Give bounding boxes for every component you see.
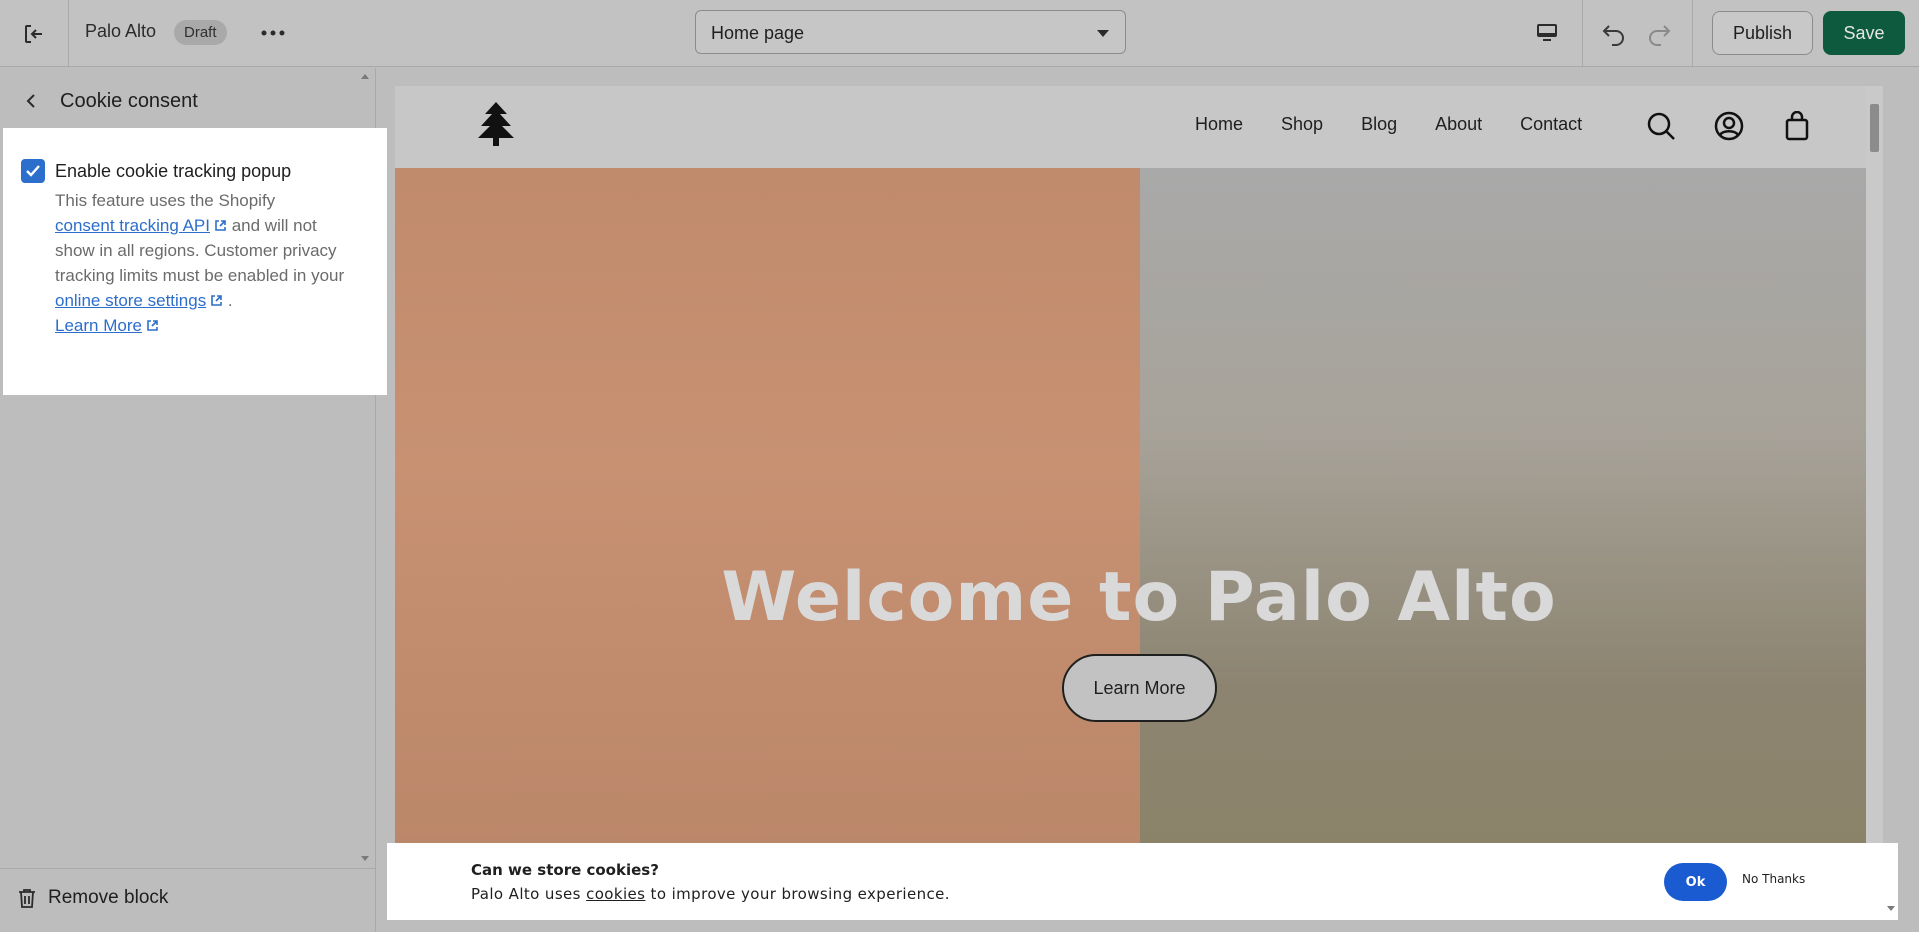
store-search-button[interactable] (1641, 106, 1681, 146)
hero-title: Welcome to Palo Alto (721, 558, 1557, 637)
divider (68, 0, 69, 67)
shopping-bag-icon (1785, 111, 1809, 141)
divider (1582, 0, 1583, 67)
external-link-icon (147, 320, 158, 331)
consent-tracking-api-link[interactable]: consent tracking API (55, 216, 227, 235)
cookie-no-thanks-button[interactable]: No Thanks (1742, 872, 1805, 886)
external-link-icon (211, 295, 223, 306)
panel-title: Cookie consent (60, 90, 198, 112)
store-nav: Home Shop Blog About Contact (1195, 114, 1582, 135)
cookie-text-part: to improve your browsing experience. (645, 885, 950, 903)
scroll-down-icon[interactable] (1887, 906, 1895, 911)
remove-block-label: Remove block (48, 887, 169, 908)
page-selector-value: Home page (711, 23, 805, 43)
storefront-preview: Home Shop Blog About Contact Welcome to … (395, 86, 1883, 912)
chevron-down-icon (1097, 30, 1109, 37)
store-name: Palo Alto (85, 21, 157, 41)
save-button[interactable]: Save (1823, 11, 1905, 55)
external-link-icon (215, 220, 226, 231)
redo-button[interactable] (1641, 15, 1677, 51)
help-text-part: This feature uses the Shopify (55, 191, 276, 210)
undo-icon (1602, 25, 1624, 46)
online-store-settings-link[interactable]: online store settings (55, 291, 223, 310)
remove-block-button[interactable]: Remove block (18, 887, 168, 909)
trash-icon (19, 889, 35, 908)
undo-button[interactable] (1596, 15, 1632, 51)
hero-learn-more-button[interactable]: Learn More (1062, 654, 1217, 722)
chevron-left-icon (26, 94, 35, 108)
cookie-text: Palo Alto uses cookies to improve your b… (471, 885, 950, 903)
cookies-link[interactable]: cookies (586, 885, 645, 903)
checkmark-icon (26, 165, 40, 177)
link-label: online store settings (55, 291, 207, 310)
publish-button[interactable]: Publish (1712, 11, 1813, 55)
help-text-part: . (223, 291, 233, 310)
store-cart-button[interactable] (1777, 106, 1817, 146)
cookie-text-part: Palo Alto uses (471, 885, 587, 903)
page-selector[interactable]: Home page (695, 10, 1126, 54)
exit-editor-button[interactable] (18, 18, 50, 50)
store-header: Home Shop Blog About Contact (395, 86, 1883, 168)
hero-image-right (1140, 168, 1883, 912)
nav-contact[interactable]: Contact (1520, 114, 1582, 135)
nav-home[interactable]: Home (1195, 114, 1243, 135)
link-label: Learn More (55, 316, 142, 335)
scrollbar-thumb[interactable] (1870, 104, 1879, 152)
nav-blog[interactable]: Blog (1361, 114, 1397, 135)
pine-tree-icon (478, 102, 514, 146)
nav-about[interactable]: About (1435, 114, 1482, 135)
ellipsis-icon (261, 30, 285, 36)
back-button[interactable] (18, 88, 44, 114)
scroll-down-icon[interactable] (361, 856, 369, 861)
scroll-up-icon[interactable] (361, 74, 369, 79)
nav-shop[interactable]: Shop (1281, 114, 1323, 135)
more-actions-button[interactable] (258, 18, 288, 48)
cookie-ok-button[interactable]: Ok (1664, 863, 1727, 901)
desktop-preview-button[interactable] (1529, 15, 1565, 51)
exit-icon (25, 25, 42, 43)
preview-scrollbar[interactable] (1866, 86, 1883, 912)
redo-icon (1649, 25, 1671, 46)
status-badge: Draft (174, 20, 227, 45)
help-text: This feature uses the Shopify consent tr… (55, 188, 355, 338)
user-icon (1714, 111, 1744, 141)
store-logo[interactable] (475, 100, 517, 153)
link-label: consent tracking API (55, 216, 210, 235)
banner-scrollbar[interactable] (1883, 843, 1898, 920)
checkbox-label[interactable]: Enable cookie tracking popup (55, 161, 291, 182)
monitor-icon (1537, 24, 1557, 41)
cookie-setting-card: Enable cookie tracking popup This featur… (3, 128, 387, 395)
editor-topbar: Palo Alto Draft Home page Publish Save (0, 0, 1919, 67)
cookie-title: Can we store cookies? (471, 861, 659, 879)
search-icon (1647, 112, 1675, 140)
store-account-button[interactable] (1709, 106, 1749, 146)
enable-cookie-popup-checkbox[interactable] (21, 159, 45, 183)
hero-banner: Welcome to Palo Alto Learn More (395, 168, 1883, 912)
learn-more-link[interactable]: Learn More (55, 316, 159, 335)
sidebar-footer: Remove block (0, 868, 375, 932)
hero-image-left (395, 168, 1140, 912)
cookie-consent-banner: Can we store cookies? Palo Alto uses coo… (387, 843, 1898, 920)
divider (1692, 0, 1693, 67)
